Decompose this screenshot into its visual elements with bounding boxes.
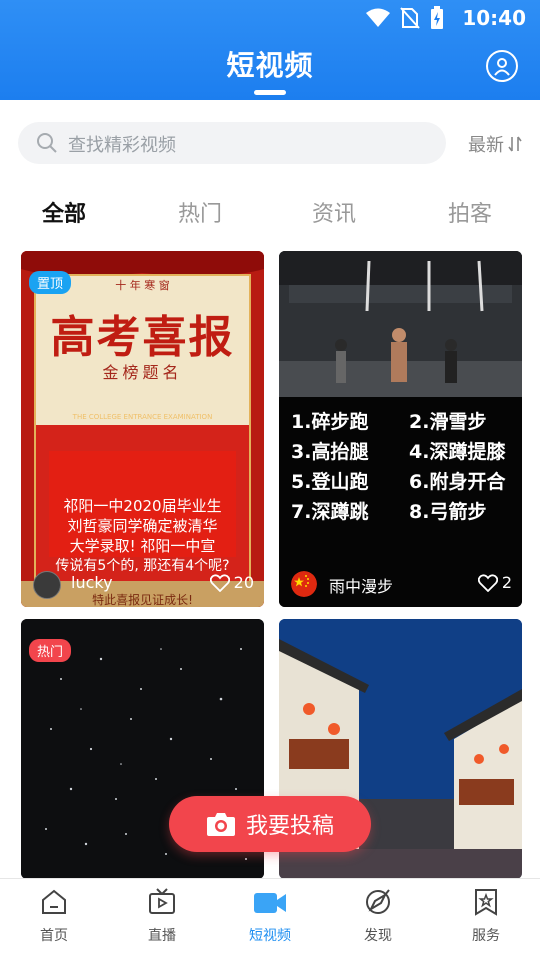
like-count: 2 — [501, 573, 512, 592]
poster-subhead: 金榜题名 — [102, 363, 183, 382]
card-meta: lucky 20 — [21, 561, 264, 607]
battery-icon — [431, 6, 443, 29]
card-meta: 雨中漫步 2 — [279, 561, 522, 607]
nav-item-service[interactable]: 服务 — [432, 887, 540, 945]
sort-icon — [508, 136, 522, 152]
sort-button[interactable]: 最新 — [468, 131, 522, 157]
workout-move: 5.登山跑 — [291, 471, 369, 493]
search-placeholder: 查找精彩视频 — [68, 135, 176, 156]
user-icon — [494, 58, 510, 76]
search-input[interactable]: 查找精彩视频 — [18, 122, 446, 164]
nav-item-home[interactable]: 首页 — [0, 887, 108, 945]
avatar — [33, 571, 61, 599]
avatar — [291, 571, 317, 597]
video-camera-icon — [254, 893, 286, 913]
workout-move: 1.碎步跑 — [291, 411, 369, 433]
workout-move: 2.滑雪步 — [409, 411, 487, 433]
search-icon — [37, 133, 57, 153]
bottom-nav: 首页 直播 短视频 发现 服务 — [0, 878, 540, 961]
poster-line-1: 祁阳一中2020届毕业生 — [63, 497, 222, 515]
heart-icon — [209, 573, 230, 592]
status-time: 10:40 — [462, 6, 526, 30]
tab-paike[interactable]: 拍客 — [448, 196, 492, 228]
nav-item-label: 直播 — [148, 928, 176, 944]
author-name: lucky — [71, 573, 113, 592]
profile-button[interactable] — [486, 50, 518, 82]
compass-icon — [366, 889, 390, 914]
nav-item-label: 短视频 — [249, 928, 291, 944]
bookmark-star-icon — [475, 889, 497, 916]
nav-item-label: 发现 — [364, 928, 392, 944]
poster-line-2: 刘哲豪同学确定被清华 — [67, 517, 218, 535]
nav-item-live[interactable]: 直播 — [108, 887, 216, 945]
tv-icon — [149, 888, 175, 914]
like-button[interactable]: 20 — [209, 573, 254, 592]
like-button[interactable]: 2 — [477, 573, 512, 592]
nav-item-discover[interactable]: 发现 — [324, 887, 432, 945]
like-count: 20 — [233, 573, 254, 592]
app-header: 10:40 短视频 — [0, 0, 540, 100]
poster-english-line: THE COLLEGE ENTRANCE EXAMINATION — [72, 413, 213, 421]
video-card[interactable]: 1.碎步跑 2.滑雪步 3.高抬腿 4.深蹲提膝 5.登山跑 6.附身开合 7.… — [279, 251, 522, 607]
workout-move: 3.高抬腿 — [291, 441, 369, 463]
pinned-badge: 置顶 — [29, 271, 72, 294]
category-tabs: 全部 热门 资讯 拍客 — [0, 196, 540, 236]
page-title: 短视频 — [226, 49, 314, 82]
hot-badge: 热门 — [29, 639, 72, 662]
no-sim-icon — [400, 7, 420, 29]
nav-item-label: 服务 — [472, 928, 500, 944]
workout-move: 6.附身开合 — [409, 471, 506, 493]
status-icons — [366, 6, 444, 30]
home-icon — [42, 889, 66, 914]
title-indicator — [254, 90, 286, 95]
tab-news[interactable]: 资讯 — [312, 196, 356, 228]
poster-headline: 高考喜报 — [50, 312, 235, 363]
nav-item-label: 首页 — [40, 928, 68, 944]
camera-icon — [206, 813, 235, 836]
submit-video-button[interactable]: 我要投稿 — [169, 796, 371, 852]
workout-move: 7.深蹲跳 — [291, 501, 369, 523]
heart-icon — [477, 573, 498, 592]
sort-label: 最新 — [468, 135, 504, 156]
workout-move: 8.弓箭步 — [409, 501, 487, 523]
workout-move: 4.深蹲提膝 — [409, 441, 506, 463]
video-card[interactable]: 十 年 寒 窗 高考喜报 金榜题名 THE COLLEGE ENTRANCE E… — [21, 251, 264, 607]
wifi-icon — [366, 8, 390, 27]
tab-all[interactable]: 全部 — [42, 196, 86, 228]
author-name: 雨中漫步 — [329, 577, 394, 596]
nav-item-short-video[interactable]: 短视频 — [216, 887, 324, 945]
poster-line-3: 大学录取! 祁阳一中宣 — [69, 537, 216, 555]
tab-hot[interactable]: 热门 — [178, 196, 222, 228]
submit-video-label: 我要投稿 — [245, 814, 334, 839]
